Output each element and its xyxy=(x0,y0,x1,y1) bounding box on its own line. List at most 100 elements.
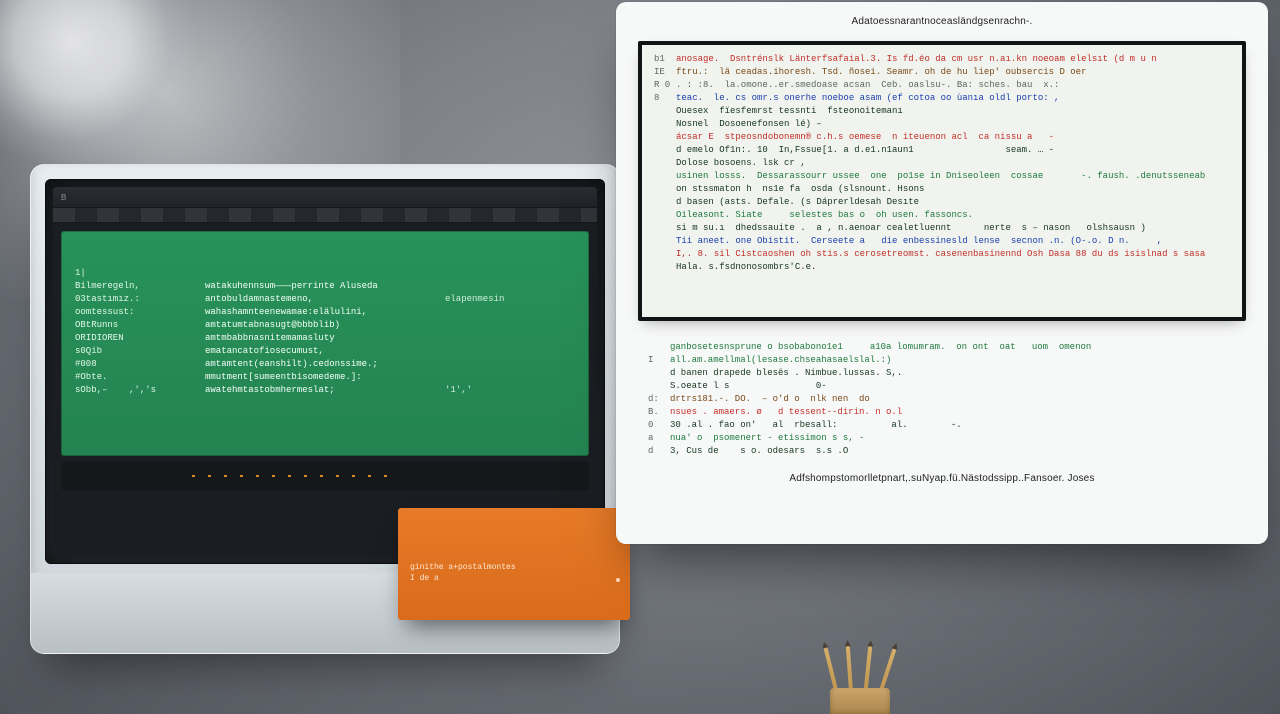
line-text: all.am.amellmal(lesase.chseahasaelslal.:… xyxy=(670,355,891,365)
sticky-note: ginithe a+postalmontes I de a xyxy=(398,508,630,620)
code-line: d basen (asts. Defale. (s Dáprerldesah D… xyxy=(654,196,1230,209)
screen-bezel: B 1|Bilmeregeln,watakuhennsum———perrinte… xyxy=(45,179,605,564)
code-line: S.oeate l s 0- xyxy=(648,380,1236,393)
line-gutter: B. xyxy=(648,406,670,419)
code-line: Ouesex fïesfemrst tessnti fsteonoitemanı xyxy=(654,105,1230,118)
terminal-cell: sObb,– ,','s xyxy=(75,384,205,397)
line-text: ácsar E stpeosndobonemn® c.h.s oemese n … xyxy=(676,132,1054,142)
desk-scene: B 1|Bilmeregeln,watakuhennsum———perrinte… xyxy=(0,154,640,714)
line-text: si m su.ı dhedssauite . a , n.aenoar cea… xyxy=(676,223,1146,233)
note-line: I de a xyxy=(410,573,618,584)
lamp-rim xyxy=(0,0,200,170)
line-text: Oileasont. Siate selestes bas o oh usen.… xyxy=(676,210,973,220)
terminal-row: #008amtamtent(eanshilt).cedonssime.; xyxy=(75,358,575,371)
code-line: usinen losss. Dessarassourr ussee one po… xyxy=(654,170,1230,183)
code-line: si m su.ı dhedssauite . a , n.aenoar cea… xyxy=(654,222,1230,235)
code-line: b1anosage. Dsntrénslk Länterfsafaial.3. … xyxy=(654,53,1230,66)
terminal-cell: '1',' xyxy=(445,384,575,397)
terminal-cell: #Obte. xyxy=(75,371,205,384)
window-titlebar: B xyxy=(53,187,597,207)
line-text: . : :8. la.omone..er.smedoase acsan Ceb.… xyxy=(676,80,1059,90)
terminal-cell xyxy=(445,345,575,358)
doc-framed-code: b1anosage. Dsntrénslk Länterfsafaial.3. … xyxy=(638,41,1246,321)
terminal-cell xyxy=(445,280,575,293)
line-gutter: d xyxy=(648,445,670,458)
terminal-cell xyxy=(445,319,575,332)
code-line: Hala. s.fsdnonosombrs'C.e. xyxy=(654,261,1230,274)
menubar xyxy=(53,207,597,223)
line-gutter: d: xyxy=(648,393,670,406)
line-text: d banen drapede blesës . Nimbue.lussas. … xyxy=(670,368,902,378)
code-line: 8teac. le. cs omr.s onerhe noeboe asam (… xyxy=(654,92,1230,105)
line-gutter: I xyxy=(648,354,670,367)
terminal-row: 03tastımız.:antobuldamnastemeno,elapenme… xyxy=(75,293,575,306)
code-line: Tii aneet. one Obistit. Cerseete a die e… xyxy=(654,235,1230,248)
doc-top-caption: Adatoessnarantnoceasländgsenrachn-. xyxy=(638,16,1246,27)
line-text: S.oeate l s 0- xyxy=(670,381,827,391)
terminal-cell: s0Qib xyxy=(75,345,205,358)
code-line: d banen drapede blesës . Nimbue.lussas. … xyxy=(648,367,1236,380)
code-line: on stssmaton h ns1e fa osda (slsnount. H… xyxy=(654,183,1230,196)
terminal-cell: amtamtent(eanshilt).cedonssime.; xyxy=(205,358,445,371)
terminal-cell: Bilmeregeln, xyxy=(75,280,205,293)
code-line: R 0. : :8. la.omone..er.smedoase acsan C… xyxy=(654,79,1230,92)
terminal-cell: watakuhennsum———perrinte Aluseda xyxy=(205,280,445,293)
doc-lower-code: ganbosetesnsprune o bsobabono1e1 a10a lo… xyxy=(638,335,1246,465)
line-text: anosage. Dsntrénslk Länterfsafaial.3. Is… xyxy=(676,54,1157,64)
terminal-pane: 1|Bilmeregeln,watakuhennsum———perrinte A… xyxy=(61,231,589,456)
line-gutter: 0 xyxy=(648,419,670,432)
note-line: ginithe a+postalmontes xyxy=(410,562,618,573)
line-text: 30 .al . fao on' al rbesall: al. -. xyxy=(670,420,962,430)
document-panel: Adatoessnarantnoceasländgsenrachn-. b1an… xyxy=(616,2,1268,544)
code-line: ácsar E stpeosndobonemn® c.h.s oemese n … xyxy=(654,131,1230,144)
doc-bottom-caption: Adfshompstomorlletpnart,.suNyap.fü.Nästo… xyxy=(638,473,1246,484)
line-text: Hala. s.fsdnonosombrs'C.e. xyxy=(676,262,816,272)
line-text: teac. le. cs omr.s onerhe noeboe asam (e… xyxy=(676,93,1059,103)
terminal-cell: 03tastımız.: xyxy=(75,293,205,306)
code-line: Dolose bosoens. lsk cr , xyxy=(654,157,1230,170)
line-text: usinen losss. Dessarassourr ussee one po… xyxy=(676,171,1205,181)
line-text: Ouesex fïesfemrst tessnti fsteonoitemanı xyxy=(676,106,903,116)
cup-holder xyxy=(830,688,890,714)
code-line: Iall.am.amellmal(lesase.chseahasaelslal.… xyxy=(648,354,1236,367)
line-text: 3, Cus de s o. odesars s.s .O xyxy=(670,446,848,456)
line-text: Dolose bosoens. lsk cr , xyxy=(676,158,806,168)
terminal-cell: mmutment[sumeentbisomedeme.]: xyxy=(205,371,445,384)
line-text: ftru.: lä ceadas.ihoresh. Tsd. ñosei. Se… xyxy=(676,67,1086,77)
code-line: d emelo Of1n:. 10 In,Fssue[1. a d.e1.n1a… xyxy=(654,144,1230,157)
terminal-row: OBtRunnsamtatumtabnasugt@bbbblib) xyxy=(75,319,575,332)
line-gutter: R 0 xyxy=(654,79,676,92)
pencil-cup xyxy=(800,658,920,714)
code-line: Nosnel Dosoenefonsen lé) – xyxy=(654,118,1230,131)
terminal-cell: #008 xyxy=(75,358,205,371)
terminal-cell: 1| xyxy=(75,267,205,280)
terminal-cell: awatehmtastobmhermeslat; xyxy=(205,384,445,397)
terminal-row: s0Qibematancatofiosecumust, xyxy=(75,345,575,358)
line-text: Nosnel Dosoenefonsen lé) – xyxy=(676,119,822,129)
code-line: d:drtrs181.-. DO. – o'd o nlk nen do xyxy=(648,393,1236,406)
line-gutter: a xyxy=(648,432,670,445)
titlebar-tab: B xyxy=(61,193,66,202)
code-line: B.nsues . amaers. ø d tessent--dirin. n … xyxy=(648,406,1236,419)
line-text: d basen (asts. Defale. (s Dáprerldesah D… xyxy=(676,197,919,207)
terminal-cell: oomtessust: xyxy=(75,306,205,319)
editor-bottom-strip xyxy=(61,462,589,490)
terminal-cell xyxy=(205,267,445,280)
terminal-cell: elapenmesin xyxy=(445,293,575,306)
code-line: anua' o psomenert - etissimon s s, - xyxy=(648,432,1236,445)
line-gutter: IE xyxy=(654,66,676,79)
terminal-cell xyxy=(445,358,575,371)
terminal-cell xyxy=(445,371,575,384)
line-text: I,. 8. sil Cistcaoshen oh stis.s ceroset… xyxy=(676,249,1205,259)
terminal-cell: wahashamnteenewamae:elälulini, xyxy=(205,306,445,319)
code-line: Oileasont. Siate selestes bas o oh usen.… xyxy=(654,209,1230,222)
code-line: 030 .al . fao on' al rbesall: al. -. xyxy=(648,419,1236,432)
code-line: d3, Cus de s o. odesars s.s .O xyxy=(648,445,1236,458)
terminal-cell: ematancatofiosecumust, xyxy=(205,345,445,358)
line-text: nua' o psomenert - etissimon s s, - xyxy=(670,433,864,443)
code-line: IEftru.: lä ceadas.ihoresh. Tsd. ñosei. … xyxy=(654,66,1230,79)
note-dot xyxy=(616,578,620,582)
terminal-row: oomtessust:wahashamnteenewamae:elälulini… xyxy=(75,306,575,319)
terminal-cell xyxy=(445,306,575,319)
screen: B 1|Bilmeregeln,watakuhennsum———perrinte… xyxy=(53,187,597,556)
